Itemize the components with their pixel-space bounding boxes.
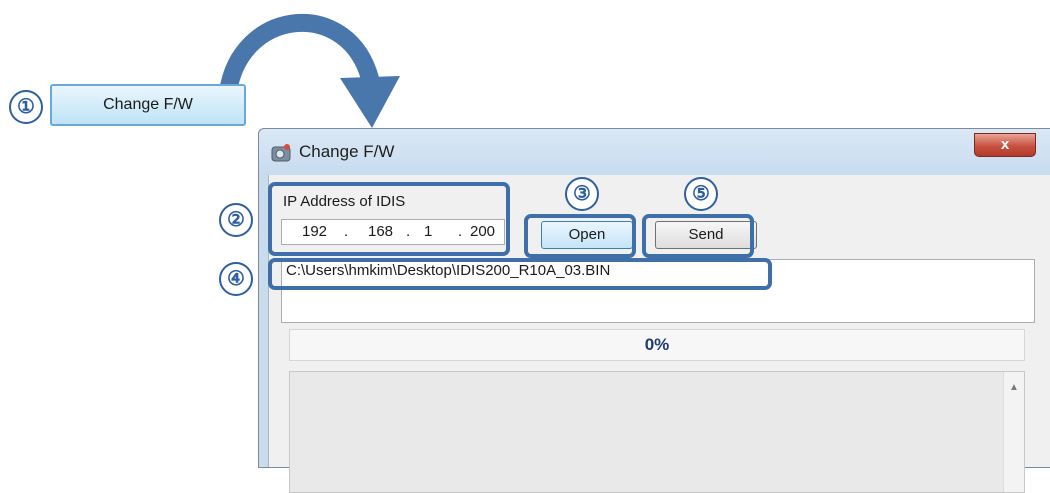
step-3-marker: ③ (565, 177, 599, 211)
title-bar[interactable]: Change F/W x (259, 129, 1050, 175)
highlight-send-button (642, 214, 754, 258)
close-button[interactable]: x (974, 133, 1036, 157)
log-textarea[interactable]: ▲ (289, 371, 1025, 493)
progress-bar: 0% (289, 329, 1025, 361)
change-fw-dialog: Change F/W x IP Address of IDIS 192 . 16… (258, 128, 1050, 493)
step-4-marker: ④ (219, 262, 253, 296)
scroll-up-icon[interactable]: ▲ (1009, 382, 1019, 393)
highlight-ip-address (268, 182, 510, 256)
highlight-file-path (268, 258, 772, 290)
app-icon (271, 144, 291, 162)
vertical-scrollbar[interactable]: ▲ (1003, 372, 1024, 492)
highlight-open-button (524, 214, 636, 258)
step-1-marker: ① (9, 90, 43, 124)
change-fw-button[interactable]: Change F/W (50, 84, 246, 126)
window-title: Change F/W (299, 142, 395, 161)
step-5-marker: ⑤ (684, 177, 718, 211)
step-2-marker: ② (219, 203, 253, 237)
